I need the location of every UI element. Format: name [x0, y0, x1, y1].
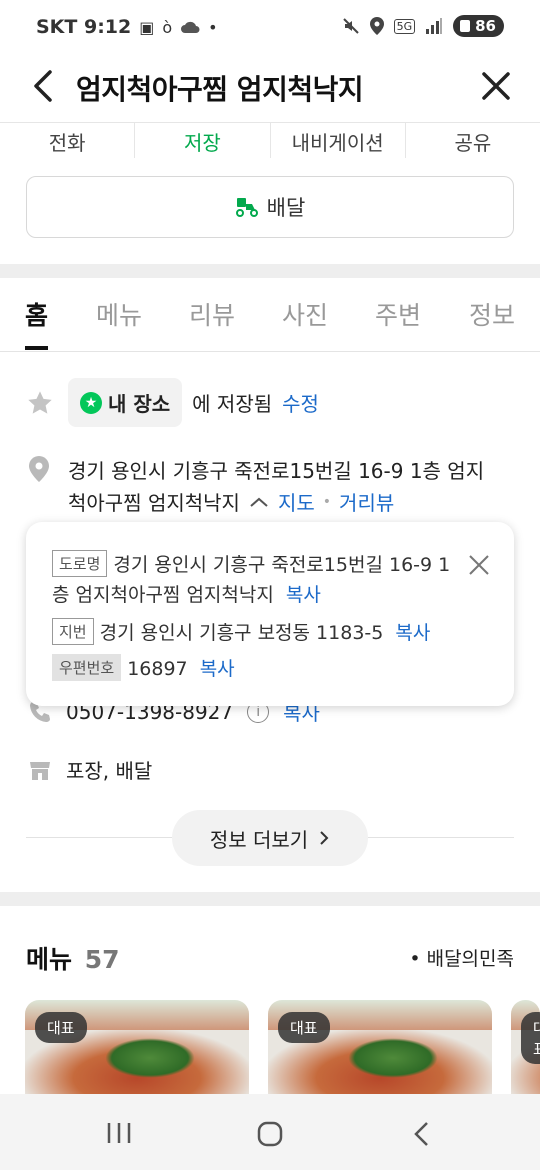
- road-address-tag: 도로명: [52, 550, 108, 577]
- chevron-up-icon[interactable]: [248, 495, 270, 509]
- system-nav-bar: [0, 1094, 540, 1170]
- menu-section-title: 메뉴: [26, 945, 73, 974]
- saved-row: ★ 내 장소 에 저장됨 수정: [26, 378, 319, 427]
- tab-bar: 홈 메뉴 리뷰 사진 주변 정보: [0, 278, 540, 352]
- tab-info[interactable]: 정보: [469, 296, 515, 332]
- delivery-button[interactable]: 배달: [26, 176, 514, 238]
- share-button[interactable]: 공유: [406, 123, 540, 158]
- network-label: 5G: [393, 18, 416, 34]
- menu-section-header: 메뉴 57: [26, 940, 120, 976]
- screenshot-icon: ▣: [139, 17, 155, 37]
- menu-card-1[interactable]: 대표: [25, 1000, 249, 1094]
- page-title: 엄지척아구찜 엄지척낙지: [76, 73, 364, 106]
- my-place-chip[interactable]: ★ 내 장소: [68, 378, 183, 427]
- menu-card-3[interactable]: 대표: [511, 1000, 540, 1094]
- more-divider-left: [26, 837, 172, 838]
- link-separator: •: [322, 493, 332, 510]
- recent-apps-icon[interactable]: [104, 1120, 134, 1146]
- back-arrow-icon[interactable]: [24, 66, 64, 106]
- food-garnish: [348, 1038, 438, 1078]
- jibun-address-row: 지번 경기 용인시 기흥구 보정동 1183-5 복사: [52, 618, 430, 645]
- store-icon: [30, 761, 50, 780]
- representative-badge: 대표: [35, 1012, 87, 1043]
- location-pin-icon: [29, 456, 49, 482]
- more-info-label: 정보 더보기: [209, 827, 309, 852]
- close-icon[interactable]: [476, 66, 516, 106]
- street-view-link[interactable]: 거리뷰: [339, 487, 394, 516]
- tab-photo[interactable]: 사진: [282, 296, 328, 332]
- road-address-line-2: 층 엄지척아구찜 엄지척낙지: [52, 584, 274, 606]
- copy-jibun-button[interactable]: 복사: [395, 622, 430, 644]
- carrier-time: SKT 9:12: [36, 16, 132, 38]
- food-garnish: [105, 1038, 195, 1078]
- home-icon[interactable]: [256, 1120, 284, 1148]
- copy-postal-button[interactable]: 복사: [200, 658, 235, 680]
- delivery-label: 배달: [266, 196, 306, 220]
- source-bullet: •: [409, 948, 427, 970]
- service-row: 포장, 배달: [28, 755, 152, 784]
- section-divider: [0, 264, 540, 278]
- tab-review[interactable]: 리뷰: [189, 296, 235, 332]
- road-address-row: 도로명 경기 용인시 기흥구 죽전로15번길 16-9 1: [52, 550, 450, 577]
- close-popup-icon[interactable]: [468, 554, 490, 576]
- menu-source: • 배달의민족: [409, 944, 514, 971]
- status-bar: SKT 9:12 ▣ ò • 5G 86: [0, 0, 540, 56]
- more-info-button[interactable]: 정보 더보기: [172, 810, 368, 866]
- signal-icon: [426, 18, 443, 34]
- mute-icon: [342, 18, 359, 34]
- road-address-row-2: 층 엄지척아구찜 엄지척낙지 복사: [52, 580, 321, 607]
- chevron-right-icon: [320, 831, 329, 845]
- dot-icon: •: [208, 17, 218, 37]
- postal-row: 우편번호 16897 복사: [52, 654, 235, 681]
- cloud-icon: [181, 21, 200, 33]
- edit-saved-link[interactable]: 수정: [282, 388, 319, 417]
- action-row: 전화 저장 내비게이션 공유: [0, 122, 540, 158]
- tab-menu[interactable]: 메뉴: [96, 296, 142, 332]
- address-line-2-row: 척아구찜 엄지척낙지 지도 • 거리뷰: [68, 487, 394, 516]
- delivery-scooter-icon: [235, 198, 258, 217]
- location-icon: [369, 17, 384, 35]
- service-options: 포장, 배달: [66, 759, 153, 783]
- representative-badge: 대표: [521, 1012, 540, 1064]
- menu-card-2[interactable]: 대표: [268, 1000, 492, 1094]
- address-line-2: 척아구찜 엄지척낙지: [68, 491, 240, 515]
- representative-badge: 대표: [278, 1012, 330, 1043]
- menu-count: 57: [84, 945, 120, 974]
- app-notification-icon: ò: [162, 17, 173, 37]
- copy-road-address-button[interactable]: 복사: [286, 584, 321, 606]
- address-line-1: 경기 용인시 기흥구 죽전로15번길 16-9 1층 엄지: [68, 459, 485, 483]
- menu-source-label: 배달의민족: [426, 948, 514, 970]
- save-button[interactable]: 저장: [135, 123, 271, 158]
- tab-home[interactable]: 홈: [25, 296, 48, 332]
- section-divider-2: [0, 892, 540, 906]
- saved-star-icon: ★: [80, 391, 102, 414]
- map-link[interactable]: 지도: [278, 487, 315, 516]
- back-icon[interactable]: [410, 1120, 434, 1148]
- road-address-line-1: 경기 용인시 기흥구 죽전로15번길 16-9 1: [113, 554, 451, 576]
- tab-nearby[interactable]: 주변: [375, 296, 421, 332]
- more-divider-right: [368, 837, 514, 838]
- postal-tag: 우편번호: [52, 654, 122, 681]
- jibun-tag: 지번: [52, 618, 94, 645]
- postal-code: 16897: [127, 658, 188, 680]
- active-tab-indicator: [25, 346, 48, 350]
- my-place-label: 내 장소: [108, 392, 171, 416]
- saved-status-text: 에 저장됨: [192, 392, 273, 416]
- address-detail-popup: 도로명 경기 용인시 기흥구 죽전로15번길 16-9 1 층 엄지척아구찜 엄지…: [26, 522, 514, 706]
- app-bar: 엄지척아구찜 엄지척낙지: [0, 56, 540, 122]
- battery-indicator: 86: [453, 15, 504, 37]
- call-button[interactable]: 전화: [0, 123, 136, 158]
- star-icon: [28, 390, 52, 414]
- navigation-button[interactable]: 내비게이션: [271, 123, 406, 158]
- jibun-address: 경기 용인시 기흥구 보정동 1183-5: [99, 622, 384, 644]
